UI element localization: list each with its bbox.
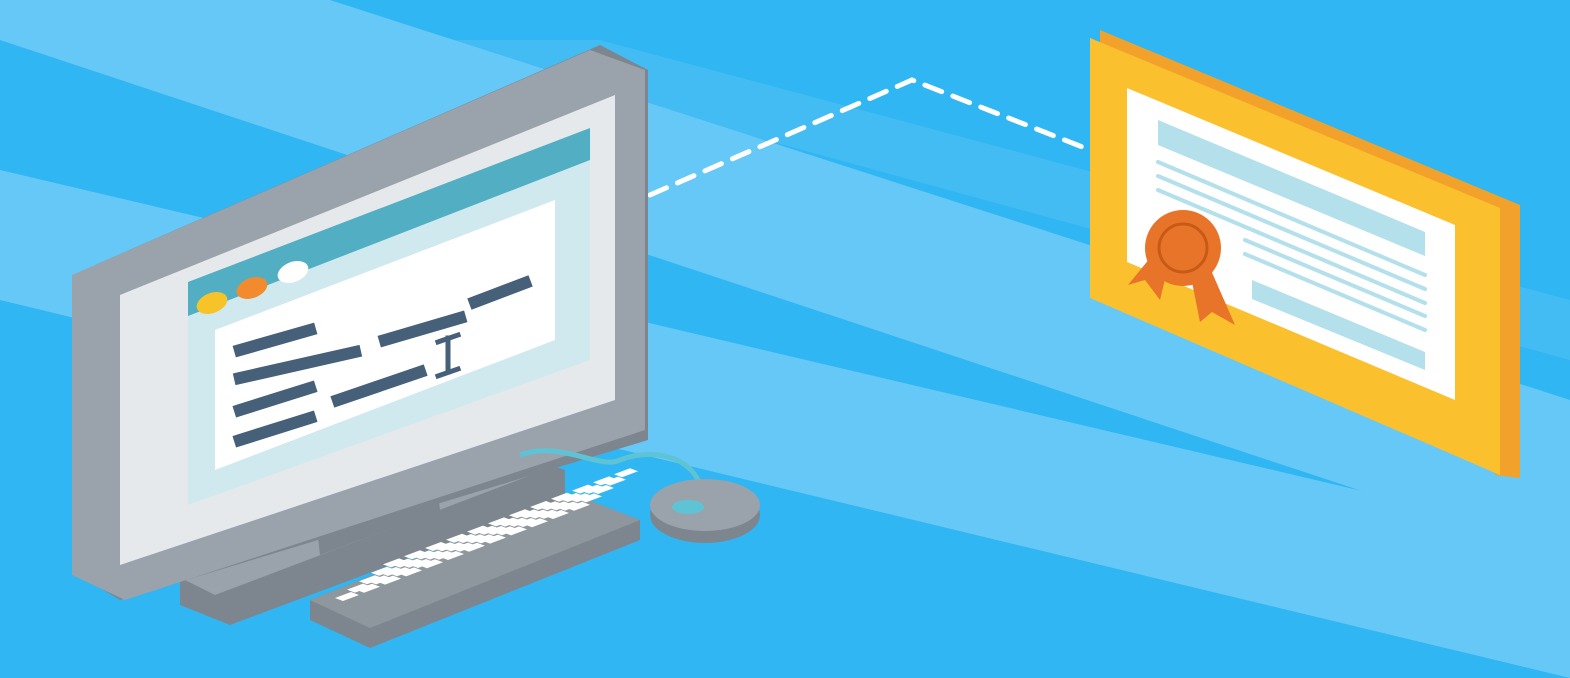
mouse-button xyxy=(672,500,704,514)
mouse-body xyxy=(650,479,760,531)
illustration-canvas xyxy=(0,0,1570,678)
mouse xyxy=(650,479,760,543)
illustration-scene xyxy=(0,0,1570,678)
